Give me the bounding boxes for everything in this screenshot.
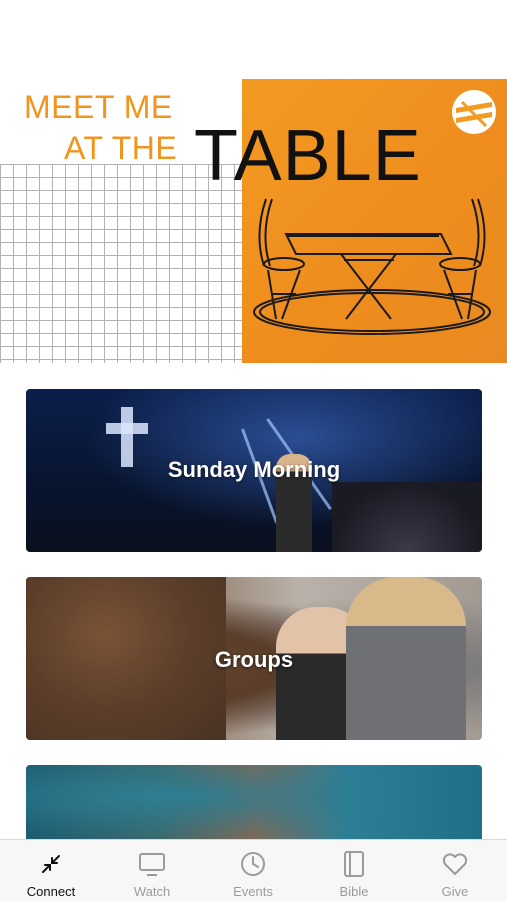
sunday-morning-card[interactable]: Sunday Morning xyxy=(26,389,482,552)
tab-bible[interactable]: Bible xyxy=(304,840,404,901)
tab-label: Watch xyxy=(133,884,171,899)
church-logo-icon xyxy=(452,90,496,134)
hero-title-line3: TABLE xyxy=(194,116,422,196)
card-title: Sunday Morning xyxy=(167,457,341,482)
heart-icon xyxy=(442,853,468,875)
tab-give[interactable]: Give xyxy=(405,840,505,901)
tab-bar: Connect Watch Events Bible Give xyxy=(0,839,507,901)
clock-icon xyxy=(241,852,265,876)
choir-figures xyxy=(332,482,482,552)
tv-icon xyxy=(139,853,165,876)
card-title: Groups xyxy=(214,647,294,672)
tab-label: Events xyxy=(233,884,273,899)
status-bar xyxy=(0,0,507,28)
tab-label: Give xyxy=(441,884,469,899)
book-icon xyxy=(344,851,364,877)
tab-label: Connect xyxy=(26,884,76,899)
outreach-card[interactable] xyxy=(26,765,482,845)
table-chairs-illustration xyxy=(253,198,491,335)
tab-events[interactable]: Events xyxy=(203,840,303,901)
hero-title-line1: MEET ME xyxy=(24,89,173,125)
hero-title-line2: AT THE xyxy=(64,130,178,166)
tab-watch[interactable]: Watch xyxy=(102,840,202,901)
collapse-arrows-icon xyxy=(42,855,60,873)
groups-card[interactable]: Groups xyxy=(26,577,482,740)
tab-connect[interactable]: Connect xyxy=(1,840,101,901)
hero-banner[interactable]: MEET ME AT THE TABLE xyxy=(0,79,507,363)
cross-shape-bar xyxy=(106,423,148,434)
tab-label: Bible xyxy=(339,884,369,899)
